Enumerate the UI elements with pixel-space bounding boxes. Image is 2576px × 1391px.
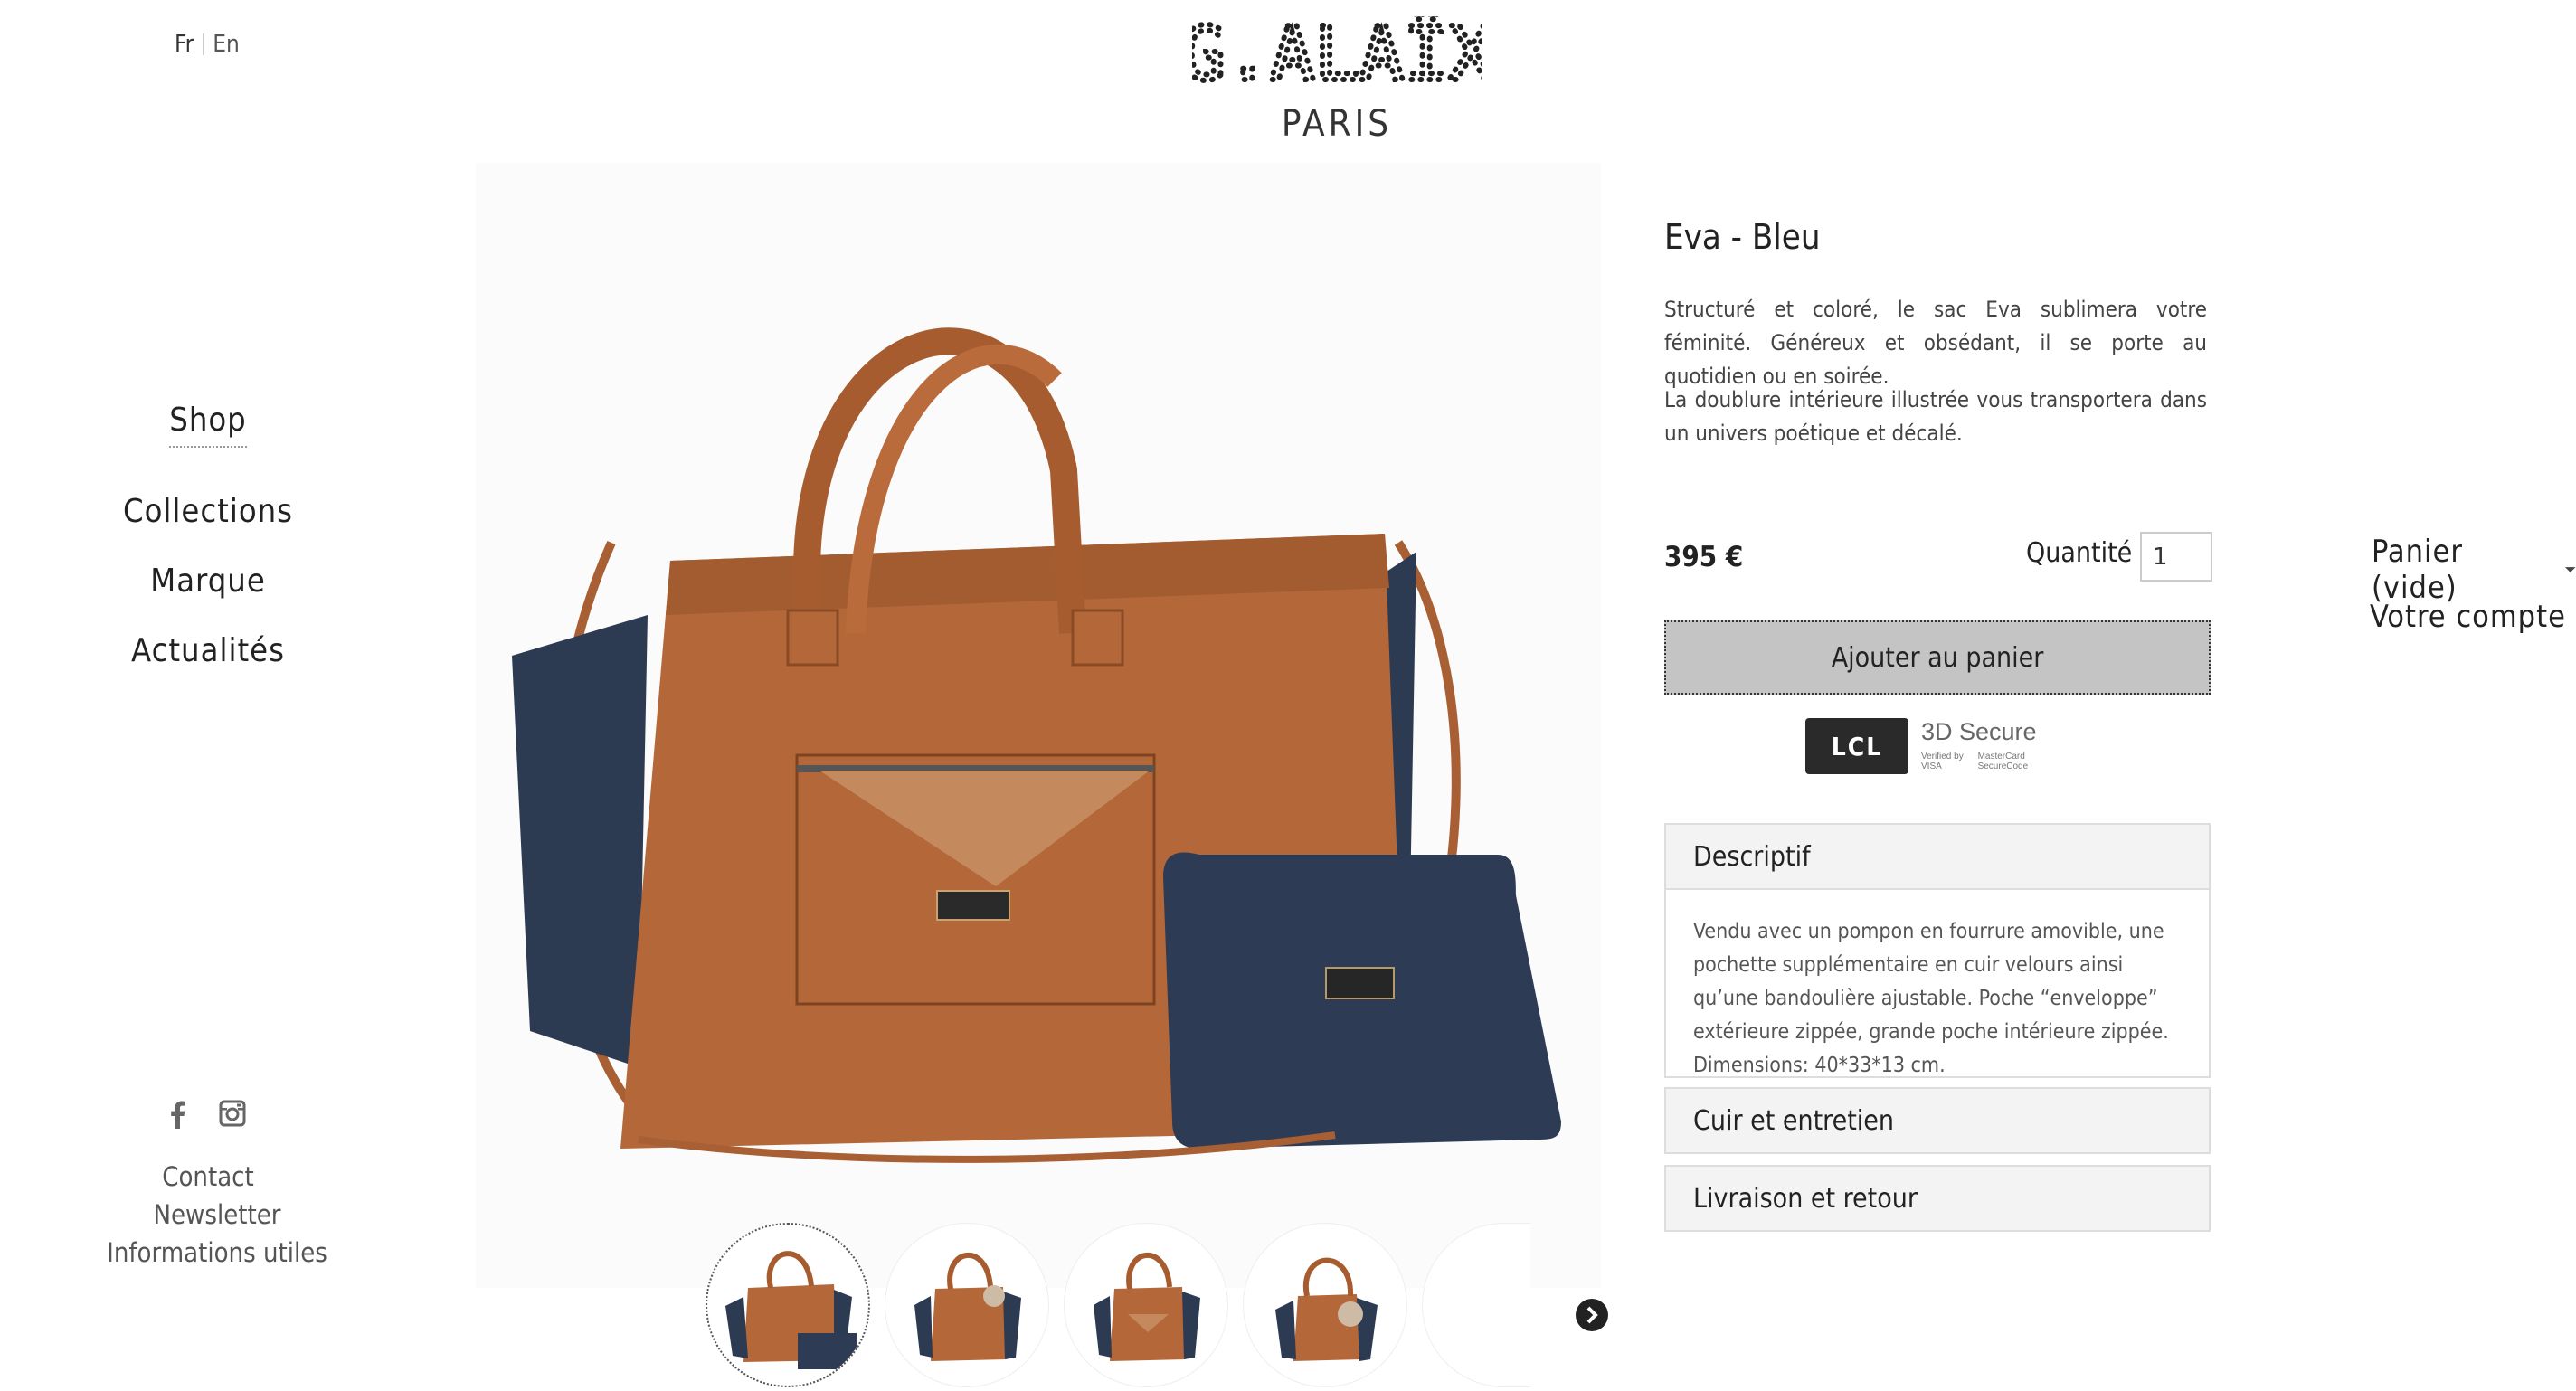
brand-logo[interactable]: G.ALAÏX PARIS [1178, 9, 1496, 145]
nav-shop[interactable]: Shop [81, 402, 335, 448]
lang-en-link[interactable]: En [213, 31, 240, 58]
thumbnail-image [1275, 1257, 1378, 1361]
cart-label: Panier (vide) [2372, 534, 2463, 606]
lang-fr-link[interactable]: Fr [175, 31, 194, 58]
product-title: Eva - Bleu [1664, 217, 1821, 257]
instagram-icon[interactable] [219, 1100, 246, 1129]
thumbnail-1[interactable] [706, 1223, 870, 1387]
handbag-illustration [476, 163, 1601, 1288]
cart-dropdown[interactable]: Panier (vide) [2372, 534, 2576, 606]
thumbnail-image [1094, 1252, 1200, 1361]
thumbnail-image [914, 1252, 1021, 1361]
mastercard-securecode: MasterCard SecureCode [1977, 752, 2029, 771]
accordion-livraison-header[interactable]: Livraison et retour [1664, 1165, 2211, 1232]
logo-mark-text: G.ALAÏX [1192, 16, 1482, 98]
quantity-label: Quantité : [2026, 537, 2148, 569]
product-description-2: La doublure intérieure illustrée vous tr… [1664, 387, 2207, 446]
language-switch: Fr En [175, 31, 240, 58]
logo-mark: G.ALAÏX [1178, 9, 1496, 100]
social-links [168, 1100, 246, 1129]
accordion-cuir-header[interactable]: Cuir et entretien [1664, 1087, 2211, 1154]
footer-informations-link[interactable]: Informations utiles [81, 1237, 353, 1268]
lang-separator [203, 33, 204, 55]
thumbnail-image [725, 1251, 857, 1369]
next-thumbnail-button[interactable] [1576, 1299, 1608, 1331]
nav-collections[interactable]: Collections [81, 493, 335, 530]
product-description-1: Structuré et coloré, le sac Eva sublimer… [1664, 297, 2207, 389]
3d-secure-title: 3D Secure [1921, 718, 2037, 745]
caret-down-icon [2564, 567, 2576, 572]
thumbnail-3[interactable] [1064, 1223, 1228, 1387]
accordion-descriptif-body: Vendu avec un pompon en fourrure amovibl… [1664, 888, 2211, 1078]
nav-marque[interactable]: Marque [81, 563, 335, 600]
chevron-right-icon [1586, 1306, 1598, 1324]
product-price: 395 € [1664, 541, 1744, 573]
accordion-descriptif-header[interactable]: Descriptif [1664, 823, 2211, 890]
facebook-icon[interactable] [168, 1100, 186, 1129]
secure-subtitles: Verified by VISA MasterCard SecureCode [1921, 752, 2048, 771]
payment-badges: LCL 3D Secure Verified by VISA MasterCar… [1805, 718, 2048, 774]
nav-shop-label: Shop [169, 402, 247, 448]
product-main-image[interactable] [476, 163, 1601, 1288]
add-to-cart-button[interactable]: Ajouter au panier [1664, 620, 2211, 695]
3d-secure-badge: 3D Secure Verified by VISA MasterCard Se… [1921, 718, 2048, 774]
logo-subtitle: PARIS [1281, 103, 1393, 145]
quantity-input[interactable] [2140, 532, 2212, 582]
account-link[interactable]: Votre compte [2370, 599, 2566, 635]
thumbnail-4[interactable] [1243, 1223, 1407, 1387]
verified-by-visa: Verified by VISA [1921, 752, 1964, 771]
footer-contact-link[interactable]: Contact [72, 1161, 344, 1192]
nav-actualites[interactable]: Actualités [81, 632, 335, 669]
thumbnail-2[interactable] [885, 1223, 1049, 1387]
lcl-logo: LCL [1805, 718, 1908, 774]
footer-newsletter-link[interactable]: Newsletter [81, 1199, 353, 1230]
